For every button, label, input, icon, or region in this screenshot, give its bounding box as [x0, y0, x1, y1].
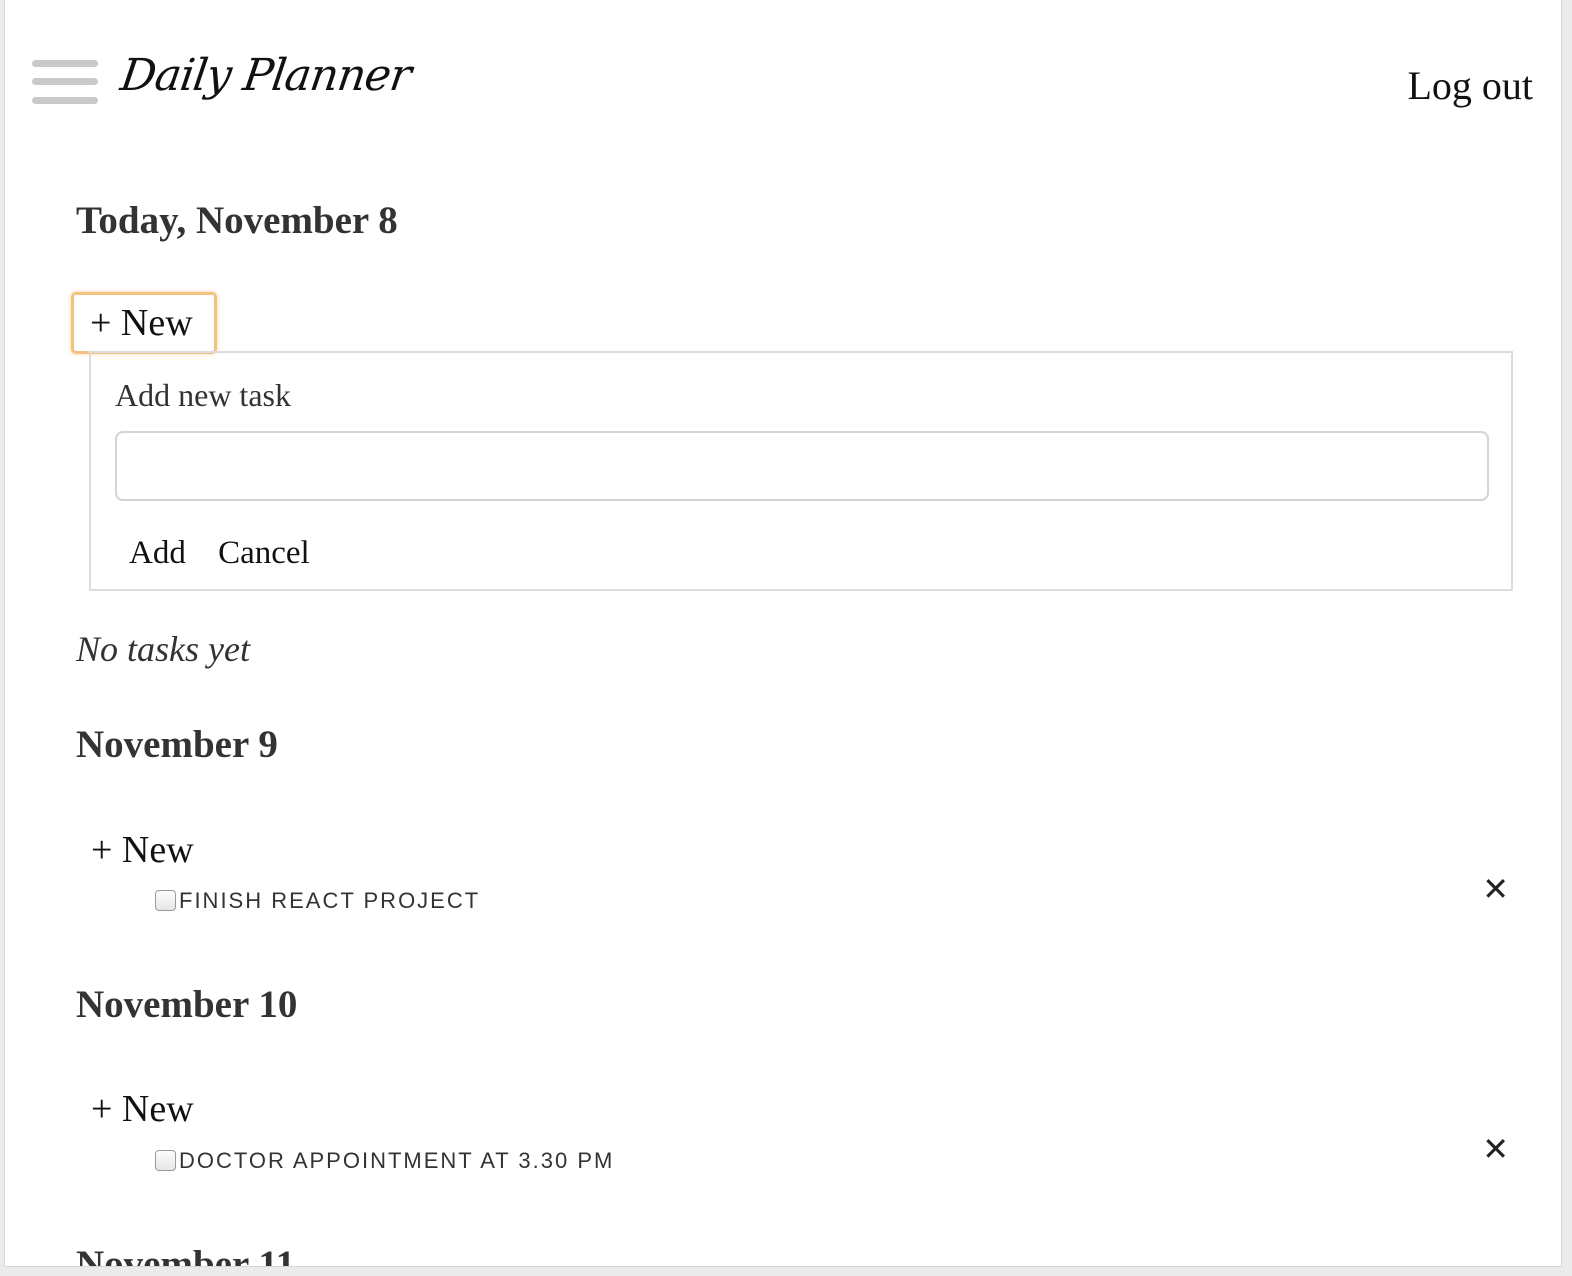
- new-task-button-november-10[interactable]: + New: [87, 1083, 198, 1135]
- task-label: FINISH REACT PROJECT: [179, 888, 481, 913]
- task-checkbox[interactable]: [155, 1150, 176, 1171]
- new-task-input[interactable]: [115, 431, 1489, 501]
- task-item: FINISH REACT PROJECT: [155, 888, 480, 914]
- add-task-form: Add new task Add Cancel: [89, 351, 1513, 591]
- app-title: Daily Planner: [117, 50, 414, 101]
- empty-tasks-message: No tasks yet: [76, 629, 250, 669]
- task-item: DOCTOR APPOINTMENT AT 3.30 PM: [155, 1148, 614, 1174]
- add-button[interactable]: Add: [129, 535, 186, 571]
- add-task-label: Add new task: [115, 377, 291, 413]
- app-window: Daily Planner Log out Today, November 8 …: [4, 0, 1562, 1267]
- day-heading-november-8: Today, November 8: [76, 199, 398, 242]
- logout-link[interactable]: Log out: [1407, 62, 1533, 109]
- add-task-actions: Add Cancel: [129, 535, 334, 572]
- close-icon[interactable]: ✕: [1482, 870, 1509, 908]
- new-task-button-november-9[interactable]: + New: [87, 824, 198, 876]
- day-heading-november-9: November 9: [76, 723, 278, 766]
- new-task-button-november-8[interactable]: + New: [71, 292, 217, 354]
- task-label: DOCTOR APPOINTMENT AT 3.30 PM: [179, 1148, 615, 1173]
- close-icon[interactable]: ✕: [1482, 1130, 1509, 1168]
- day-heading-november-11: November 11: [76, 1243, 296, 1267]
- hamburger-menu-icon[interactable]: [32, 60, 98, 106]
- day-heading-november-10: November 10: [76, 983, 298, 1026]
- cancel-button[interactable]: Cancel: [218, 535, 310, 571]
- task-checkbox[interactable]: [155, 890, 176, 911]
